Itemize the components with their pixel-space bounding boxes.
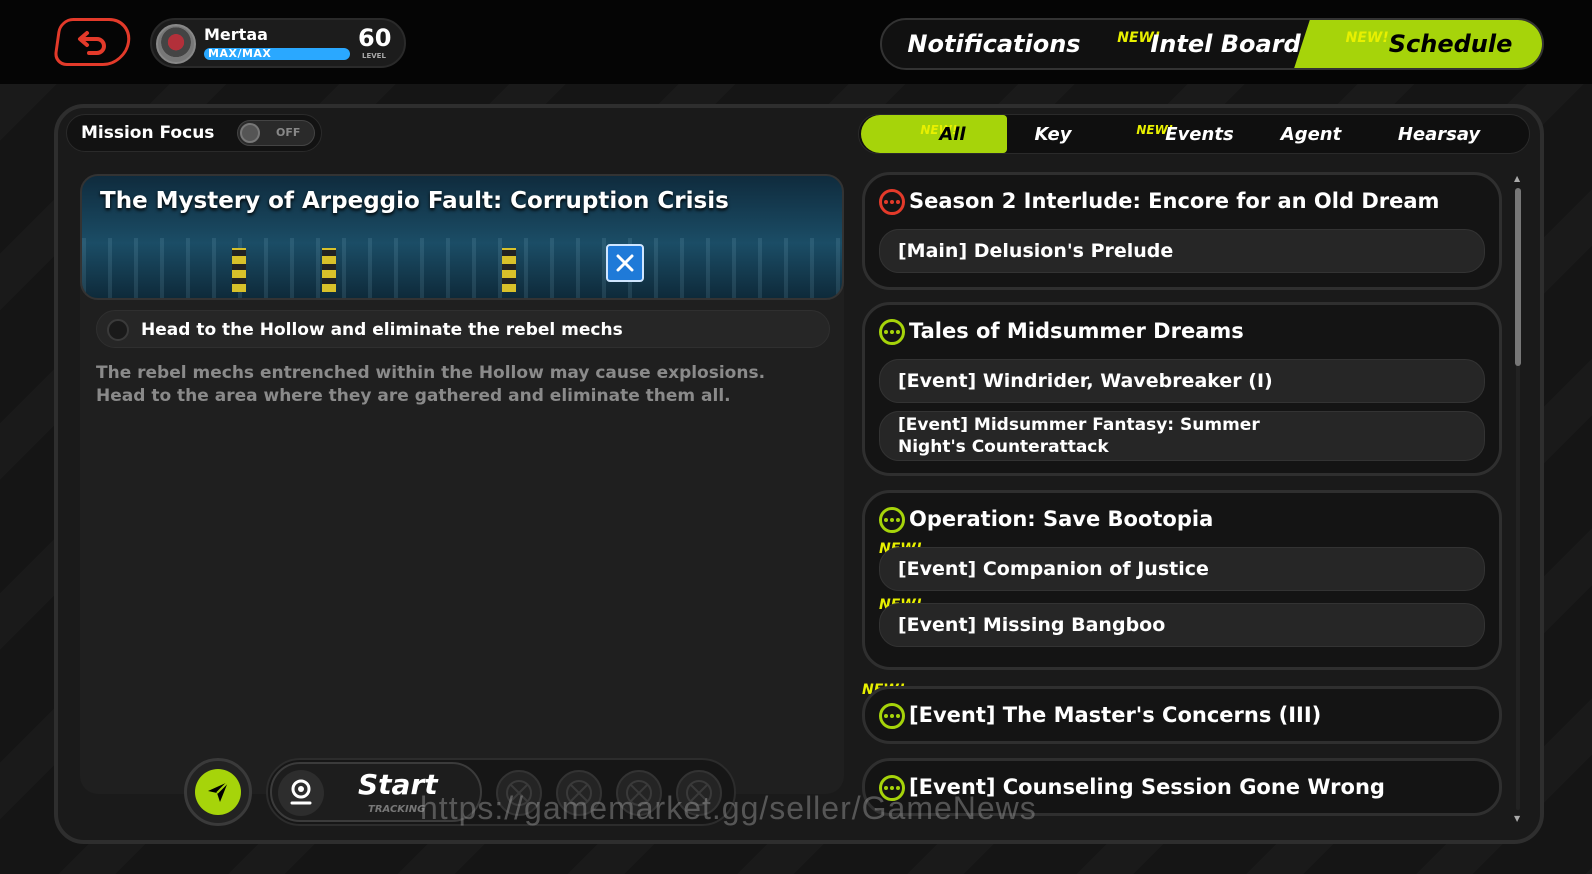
barrier-post bbox=[502, 248, 516, 292]
player-profile[interactable]: Mertaa MAX/MAX 60 LEVEL bbox=[150, 18, 406, 68]
quest-item-label: [Event] Missing Bangboo bbox=[898, 614, 1166, 636]
quest-group-title: Season 2 Interlude: Encore for an Old Dr… bbox=[909, 189, 1440, 213]
mission-focus-label: Mission Focus bbox=[81, 123, 215, 143]
tracking-label: TRACKING bbox=[368, 804, 426, 815]
mission-focus: Mission Focus OFF bbox=[66, 114, 322, 152]
mission-description: The rebel mechs entrenched within the Ho… bbox=[96, 363, 766, 406]
tab-schedule[interactable]: NEW! Schedule bbox=[1316, 20, 1542, 68]
quest-group-title: [Event] The Master's Concerns (III) bbox=[909, 703, 1322, 727]
quest-group[interactable]: Operation: Save Bootopia NEW! [Event] Co… bbox=[862, 490, 1502, 670]
level-label: LEVEL bbox=[362, 52, 386, 60]
quest-item[interactable]: [Main] Delusion's Prelude bbox=[879, 229, 1485, 273]
mission-title: The Mystery of Arpeggio Fault: Corruptio… bbox=[100, 188, 729, 214]
send-icon bbox=[195, 769, 241, 815]
banner-fence bbox=[82, 238, 842, 298]
tab-intel-board-label: Intel Board bbox=[1150, 30, 1301, 58]
tab-schedule-label: Schedule bbox=[1388, 30, 1513, 58]
location-pin-icon bbox=[278, 770, 324, 816]
toggle-state: OFF bbox=[276, 126, 301, 139]
quest-group[interactable]: Tales of Midsummer Dreams [Event] Windri… bbox=[862, 302, 1502, 476]
green-dots-icon bbox=[879, 703, 905, 729]
quest-item-label: [Event] Windrider, Wavebreaker (I) bbox=[898, 370, 1273, 392]
quest-group[interactable]: Season 2 Interlude: Encore for an Old Dr… bbox=[862, 172, 1502, 290]
barrier-post bbox=[232, 248, 246, 292]
objective-row: Head to the Hollow and eliminate the reb… bbox=[96, 310, 830, 348]
tab-all-label: All bbox=[939, 123, 966, 145]
tools-sign-icon bbox=[606, 244, 644, 282]
tab-key-label: Key bbox=[1034, 123, 1072, 145]
toggle-knob bbox=[240, 123, 260, 143]
tab-all[interactable]: NEW! All bbox=[861, 115, 1007, 153]
green-dots-icon bbox=[879, 319, 905, 345]
tab-notifications-label: Notifications bbox=[907, 30, 1081, 58]
avatar bbox=[156, 24, 196, 64]
quest-item-label: [Main] Delusion's Prelude bbox=[898, 240, 1174, 262]
watermark: https://gamemarket.gg/seller/GameNews bbox=[420, 790, 1037, 826]
quest-item[interactable]: [Event] Companion of Justice bbox=[879, 547, 1485, 591]
filter-tab-bar: NEW! All Key NEW! Events Agent Hearsay bbox=[858, 114, 1530, 154]
scroll-down-arrow-icon[interactable]: ▼ bbox=[1514, 814, 1520, 823]
top-tab-bar: Notifications NEW! Intel Board NEW! Sche… bbox=[880, 18, 1544, 70]
quest-group-title: Operation: Save Bootopia bbox=[909, 507, 1214, 531]
tab-events[interactable]: NEW! Events bbox=[1117, 115, 1245, 153]
scroll-up-arrow-icon[interactable]: ▲ bbox=[1514, 174, 1520, 183]
quest-item[interactable]: [Event] Midsummer Fantasy: Summer Night'… bbox=[879, 411, 1485, 461]
quest-item-label: [Event] Companion of Justice bbox=[898, 558, 1209, 580]
quest-item[interactable]: [Event] Missing Bangboo bbox=[879, 603, 1485, 647]
tab-agent-label: Agent bbox=[1280, 123, 1342, 145]
tab-hearsay-label: Hearsay bbox=[1397, 123, 1481, 145]
mission-focus-toggle[interactable]: OFF bbox=[237, 120, 315, 146]
quest-group-title: Tales of Midsummer Dreams bbox=[909, 319, 1244, 343]
exp-text: MAX/MAX bbox=[208, 47, 272, 60]
mission-banner: The Mystery of Arpeggio Fault: Corruptio… bbox=[80, 174, 844, 300]
tab-agent[interactable]: Agent bbox=[1247, 115, 1375, 153]
tab-notifications[interactable]: Notifications bbox=[882, 20, 1106, 68]
new-tag: NEW! bbox=[1345, 30, 1389, 46]
scroll-thumb[interactable] bbox=[1515, 188, 1521, 366]
tab-key[interactable]: Key bbox=[989, 115, 1117, 153]
level-number: 60 bbox=[358, 24, 392, 52]
player-name: Mertaa bbox=[204, 25, 268, 44]
back-arrow-icon bbox=[78, 31, 106, 55]
quest-group[interactable]: [Event] The Master's Concerns (III) bbox=[862, 686, 1502, 744]
green-dots-icon bbox=[879, 507, 905, 533]
quest-item-label: [Event] Midsummer Fantasy: Summer Night'… bbox=[898, 415, 1260, 457]
tab-events-label: Events bbox=[1165, 123, 1234, 145]
tab-intel-board[interactable]: NEW! Intel Board bbox=[1106, 20, 1302, 68]
navigate-button[interactable] bbox=[184, 758, 252, 826]
objective-text: Head to the Hollow and eliminate the reb… bbox=[141, 320, 623, 340]
tab-hearsay[interactable]: Hearsay bbox=[1375, 115, 1503, 153]
objective-status-icon bbox=[107, 319, 129, 341]
barrier-post bbox=[322, 248, 336, 292]
red-dots-icon bbox=[879, 189, 905, 215]
quest-list-scrollbar[interactable]: ▲ ▼ bbox=[1514, 174, 1522, 826]
quest-item[interactable]: [Event] Windrider, Wavebreaker (I) bbox=[879, 359, 1485, 403]
